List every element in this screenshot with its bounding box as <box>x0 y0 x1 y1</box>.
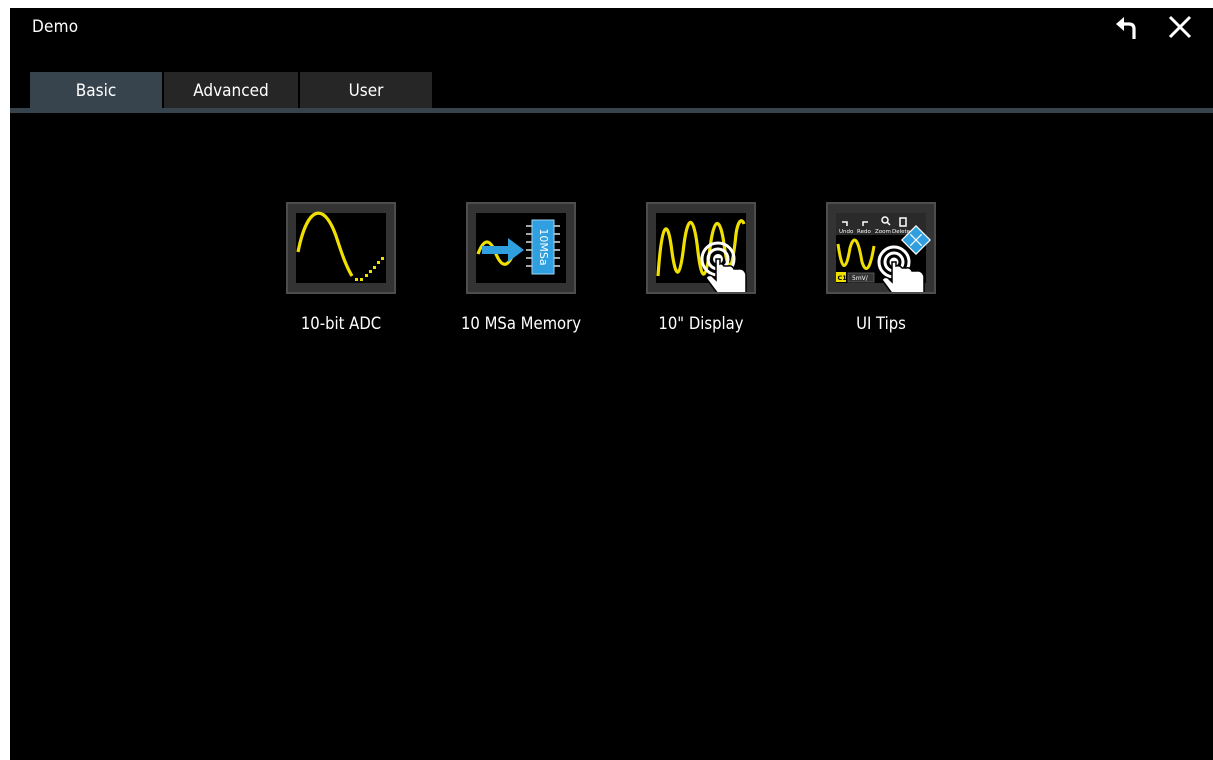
window-title: Demo <box>32 17 79 37</box>
toolbar-undo: Undo <box>839 229 854 235</box>
tab-user[interactable]: User <box>300 72 432 109</box>
close-button[interactable] <box>1160 10 1200 48</box>
demo-tile <box>286 202 396 294</box>
sine-wave-adc-icon <box>296 211 386 283</box>
memory-chip-icon: 10MSa <box>476 213 566 283</box>
demo-label: 10-bit ADC <box>300 314 382 333</box>
ui-tips-icon: Undo Redo Zoom Delete C1 5mV/ <box>836 213 931 292</box>
touch-display-icon <box>656 213 747 292</box>
demo-tile: 10MSa <box>466 202 576 294</box>
toolbar-redo: Redo <box>857 229 871 235</box>
demo-label: 10" Display <box>658 314 744 333</box>
scale-label: 5mV/ <box>852 275 869 282</box>
undo-arrow-icon <box>1113 12 1143 46</box>
demo-tile <box>646 202 756 294</box>
close-x-icon <box>1166 13 1194 45</box>
demo-item-adc[interactable]: 10-bit ADC <box>261 202 421 333</box>
tab-underline <box>10 108 1213 113</box>
tab-label: Basic <box>75 80 117 101</box>
demo-screen: Demo Basic Advanced User 10-bit ADC 10MS… <box>10 8 1213 760</box>
channel-label: C1 <box>838 274 848 282</box>
demo-item-ui-tips[interactable]: Undo Redo Zoom Delete C1 5mV/ UI Tips <box>801 202 961 333</box>
chip-label: 10MSa <box>537 228 550 265</box>
demo-tile: Undo Redo Zoom Delete C1 5mV/ <box>826 202 936 294</box>
undo-button[interactable] <box>1108 10 1148 48</box>
demo-item-display[interactable]: 10" Display <box>621 202 781 333</box>
tab-basic[interactable]: Basic <box>30 72 162 109</box>
toolbar-zoom: Zoom <box>875 229 891 235</box>
tab-label: Advanced <box>193 80 269 101</box>
demo-item-memory[interactable]: 10MSa 10 MSa Memory <box>441 202 601 333</box>
tab-label: User <box>348 80 384 101</box>
demo-label: UI Tips <box>856 314 906 333</box>
tab-advanced[interactable]: Advanced <box>164 72 298 109</box>
demo-label: 10 MSa Memory <box>460 314 581 333</box>
